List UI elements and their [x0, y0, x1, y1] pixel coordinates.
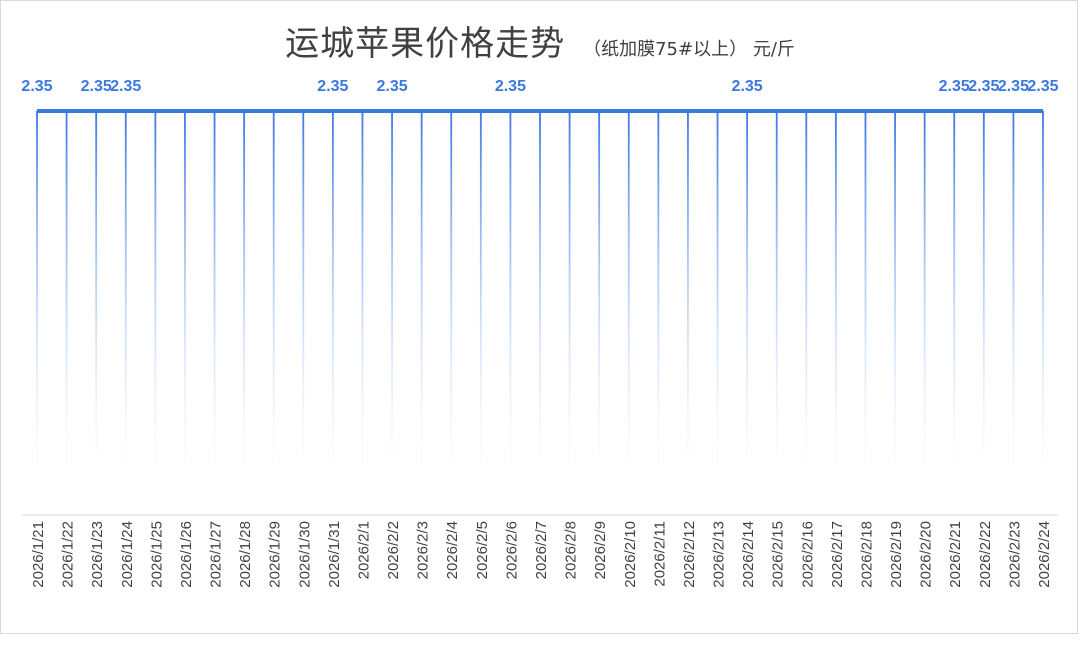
drop-line — [361, 111, 364, 490]
drop-line — [775, 111, 778, 490]
x-tick-label: 2026/2/24 — [1036, 521, 1053, 588]
x-tick-label: 2026/1/29 — [267, 521, 284, 588]
drop-line — [391, 111, 393, 490]
data-label: 2.35 — [732, 78, 763, 95]
data-label: 2.35 — [376, 78, 407, 95]
drop-line — [834, 111, 837, 490]
drop-line — [95, 111, 98, 490]
data-label: 2.35 — [998, 78, 1029, 95]
drop-line — [213, 111, 216, 490]
drop-line — [479, 111, 482, 490]
x-tick-label: 2026/1/22 — [60, 521, 77, 588]
x-tick-label: 2026/2/4 — [444, 521, 461, 579]
x-tick-label: 2026/1/25 — [148, 521, 165, 588]
x-tick-label: 2026/2/20 — [918, 521, 935, 588]
x-tick-label: 2026/2/10 — [622, 521, 639, 588]
drop-line — [36, 111, 38, 490]
x-tick-labels: 2026/1/21 2026/1/22 2026/1/23 2026/1/24 2026… — [30, 521, 1053, 588]
drop-line — [450, 111, 453, 490]
drop-line — [302, 111, 305, 490]
drop-line — [716, 111, 719, 490]
chart-plot: 2.35 2.352.35 2.35 2.35 2.35 2.35 2.352.352.35… — [21, 78, 1058, 588]
x-tick-label: 2026/2/9 — [592, 521, 609, 579]
x-tick-label: 2026/2/13 — [711, 521, 728, 588]
drop-line — [184, 111, 186, 490]
drop-line — [272, 111, 275, 490]
drop-line — [243, 111, 246, 490]
x-tick-label: 2026/2/15 — [770, 521, 787, 588]
drop-line — [420, 111, 423, 490]
x-tick-label: 2026/1/28 — [237, 521, 254, 588]
drop-line — [568, 111, 571, 490]
drop-line — [746, 111, 749, 490]
data-label: 2.35 — [21, 78, 52, 95]
x-tick-label: 2026/2/1 — [355, 521, 372, 579]
x-tick-label: 2026/2/22 — [977, 521, 994, 588]
x-tick-label: 2026/1/23 — [89, 521, 106, 588]
data-label: 2.35 — [1027, 78, 1058, 95]
x-tick-label: 2026/1/31 — [326, 521, 343, 588]
x-tick-label: 2026/2/12 — [681, 521, 698, 588]
drop-line — [65, 111, 68, 490]
data-label: 2.35 — [317, 78, 348, 95]
drop-line — [598, 111, 601, 490]
data-label: 2.35 — [968, 78, 999, 95]
x-tick-label: 2026/2/5 — [474, 521, 491, 579]
data-label: 2.35 — [110, 78, 141, 95]
x-tick-label: 2026/2/19 — [888, 521, 905, 588]
drop-line — [687, 111, 689, 490]
x-tick-label: 2026/2/8 — [563, 521, 580, 579]
x-tick-label: 2026/2/14 — [740, 521, 757, 588]
drop-line — [331, 111, 334, 490]
drop-line — [124, 111, 127, 490]
drop-line — [923, 111, 926, 490]
data-label: 2.35 — [81, 78, 112, 95]
data-labels: 2.35 2.352.35 2.35 2.35 2.35 2.35 2.352.352.35… — [21, 78, 1058, 95]
drop-line — [1012, 111, 1015, 490]
x-tick-label: 2026/2/3 — [415, 521, 432, 579]
drop-lines — [36, 111, 1044, 490]
x-tick-label: 2026/1/30 — [296, 521, 313, 588]
drop-line — [894, 111, 896, 490]
data-label: 2.35 — [939, 78, 970, 95]
drop-line — [657, 111, 660, 490]
x-tick-label: 2026/1/27 — [208, 521, 225, 588]
x-tick-label: 2026/1/21 — [30, 521, 47, 588]
x-tick-label: 2026/2/2 — [385, 521, 402, 579]
x-tick-label: 2026/2/21 — [947, 521, 964, 588]
drop-line — [627, 111, 630, 490]
drop-line — [805, 111, 808, 490]
x-tick-label: 2026/2/23 — [1006, 521, 1023, 588]
drop-line — [539, 111, 541, 490]
drop-line — [982, 111, 985, 490]
x-tick-label: 2026/2/16 — [799, 521, 816, 588]
x-tick-label: 2026/2/6 — [503, 521, 520, 579]
x-tick-label: 2026/2/11 — [651, 521, 668, 587]
drop-line — [953, 111, 956, 490]
x-tick-label: 2026/2/18 — [858, 521, 875, 588]
x-tick-label: 2026/2/17 — [829, 521, 846, 588]
drop-line — [509, 111, 512, 490]
drop-line — [154, 111, 157, 490]
data-label: 2.35 — [495, 78, 526, 95]
x-tick-label: 2026/2/7 — [533, 521, 550, 579]
x-tick-label: 2026/1/26 — [178, 521, 195, 588]
drop-line — [1042, 111, 1044, 490]
x-tick-label: 2026/1/24 — [119, 521, 136, 588]
drop-line — [864, 111, 867, 490]
